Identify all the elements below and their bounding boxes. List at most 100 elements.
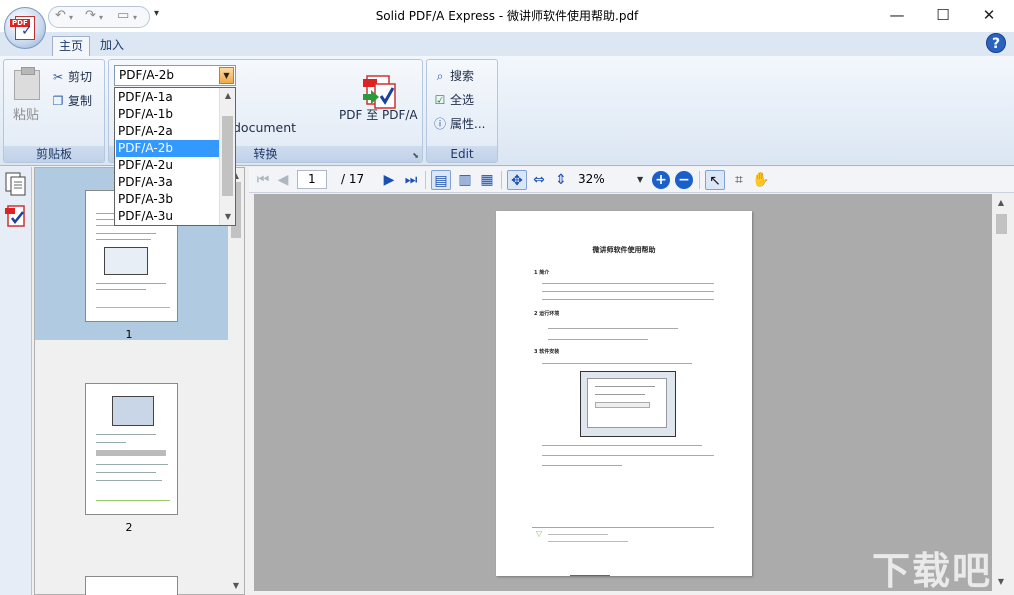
continuous-view-icon[interactable]: ▦ — [477, 170, 497, 190]
cut-label: 剪切 — [68, 70, 93, 84]
scissors-icon: ✂ — [52, 70, 64, 84]
pdfa-validation-icon[interactable] — [4, 203, 28, 229]
window-title: Solid PDF/A Express - 微讲师软件使用帮助.pdf — [375, 9, 639, 23]
section-heading-2: 2 运行环境 — [534, 311, 560, 317]
checkbox-icon: ☑ — [434, 93, 446, 107]
page-heading: 微讲师软件使用帮助 — [592, 246, 656, 254]
dropdown-scrollbar[interactable]: ▲ ▼ — [219, 88, 235, 225]
paste-button-label[interactable]: 粘贴 — [13, 104, 39, 123]
single-page-view-icon[interactable]: ▤ — [431, 170, 451, 190]
dropdown-option[interactable]: PDF/A-2a — [116, 123, 220, 140]
scroll-down-icon[interactable]: ▼ — [228, 579, 244, 593]
scroll-down-icon[interactable]: ▼ — [993, 575, 1009, 589]
pages-panel-icon[interactable] — [4, 171, 28, 197]
page-number-1: 1 — [125, 328, 133, 341]
undo-icon[interactable]: ↶ — [55, 8, 66, 23]
dropdown-option[interactable]: PDF/A-2u — [116, 157, 220, 174]
customize-qat-icon[interactable]: ▾ — [154, 8, 159, 19]
chevron-down-icon[interactable]: ▼ — [219, 67, 234, 84]
minimize-button[interactable]: — — [874, 0, 920, 32]
hand-tool-icon[interactable]: ✋ — [751, 170, 771, 190]
fit-height-icon[interactable]: ⇕ — [551, 170, 571, 190]
last-page-icon[interactable]: ⏭ — [401, 170, 421, 190]
dropdown-option[interactable]: PDF/A-1a — [116, 89, 220, 106]
side-panel-strip — [0, 167, 32, 595]
clipboard-group-label: 剪贴板 — [4, 146, 104, 162]
thumbnail-scrollbar[interactable]: ▲ ▼ — [228, 168, 244, 594]
maximize-button[interactable]: ☐ — [920, 0, 966, 32]
snapshot-icon[interactable]: ⌗ — [729, 170, 749, 190]
properties-label: 属性... — [450, 117, 486, 131]
document-scroll-thumb[interactable] — [996, 214, 1007, 234]
search-label: 搜索 — [450, 69, 475, 83]
pdf-page: 微讲师软件使用帮助 1 简介 2 运行环境 3 软件安装 ▽ — [496, 211, 752, 576]
tab-insert[interactable]: 加入 — [94, 36, 130, 56]
title-bar: Solid PDF/A Express - 微讲师软件使用帮助.pdf — ☐ … — [0, 0, 1014, 32]
scroll-up-icon[interactable]: ▲ — [220, 89, 236, 103]
pdf-app-icon: PDF ✓ — [10, 16, 35, 40]
document-label: document — [233, 120, 297, 135]
page-number-2: 2 — [125, 521, 133, 534]
select-arrow-icon[interactable]: ↖ — [705, 170, 725, 190]
zoom-dropdown-icon[interactable]: ▼ — [637, 170, 643, 189]
paste-icon[interactable] — [14, 67, 40, 100]
two-page-view-icon[interactable]: ▥ — [455, 170, 475, 190]
dropdown-option[interactable]: PDF/A-1b — [116, 106, 220, 123]
scroll-up-icon[interactable]: ▲ — [993, 196, 1009, 210]
thumbnail-panel: 1 2 ▲ ▼ — [34, 167, 245, 595]
properties-icon: ⓘ — [433, 117, 446, 131]
page-number-input[interactable]: 1 — [297, 170, 327, 189]
document-scrollbar[interactable]: ▲ ▼ — [993, 194, 1010, 591]
help-icon[interactable]: ? — [986, 33, 1006, 53]
page-total: / 17 — [341, 172, 365, 186]
redo-icon[interactable]: ↷ — [85, 8, 96, 23]
pdf-to-pdfa-icon[interactable] — [359, 74, 399, 110]
installer-screenshot — [580, 371, 676, 437]
zoom-out-icon[interactable]: − — [675, 171, 693, 189]
copy-label: 复制 — [68, 94, 93, 108]
dropdown-option[interactable]: PDF/A-3a — [116, 174, 220, 191]
dropdown-option-selected[interactable]: PDF/A-2b — [116, 140, 220, 157]
edit-group-label: Edit — [427, 146, 497, 162]
close-button[interactable]: ✕ — [966, 0, 1012, 32]
section-heading-1: 1 简介 — [534, 270, 550, 276]
redo-dropdown-icon[interactable]: ▾ — [99, 13, 103, 22]
zoom-in-icon[interactable]: + — [652, 171, 670, 189]
section-heading-3: 3 软件安装 — [534, 349, 560, 355]
clipboard-group: 粘贴 ✂ 剪切 ❐ 复制 剪贴板 — [3, 59, 105, 163]
page-thumbnail-3[interactable] — [85, 576, 178, 595]
dropdown-scroll-thumb[interactable] — [222, 116, 233, 196]
search-button[interactable]: ⌕ 搜索 — [432, 66, 474, 86]
first-page-icon[interactable]: ⏮ — [253, 170, 273, 190]
checkmark-icon: ✓ — [21, 23, 33, 39]
ribbon-tab-row: 主页 加入 ? — [0, 32, 1014, 56]
dropdown-option[interactable]: PDF/A-3u — [116, 208, 220, 225]
cut-button[interactable]: ✂ 剪切 — [50, 67, 92, 87]
dropdown-option[interactable]: PDF/A-3b — [116, 191, 220, 208]
scroll-down-icon[interactable]: ▼ — [220, 210, 236, 224]
edit-group: ⌕ 搜索 ☑ 全选 ⓘ 属性... Edit — [426, 59, 498, 163]
previous-page-icon[interactable]: ◀ — [273, 170, 293, 190]
next-page-icon[interactable]: ▶ — [379, 170, 399, 190]
select-all-button[interactable]: ☑ 全选 — [432, 90, 474, 110]
document-toolbar: ⏮ ◀ 1 / 17 ▶ ⏭ ▤ ▥ ▦ ✥ ⇔ ⇕ 32% ▼ + − ↖ ⌗… — [249, 167, 1014, 193]
save-icon[interactable]: ▭ — [117, 8, 129, 23]
page-thumbnail-2[interactable] — [85, 383, 178, 515]
pdf-to-pdfa-button[interactable]: PDF 至 PDF/A — [339, 106, 418, 123]
quick-access-toolbar: ↶ ▾ ↷ ▾ ▭ ▾ — [48, 6, 150, 28]
copy-button[interactable]: ❐ 复制 — [50, 91, 92, 111]
pdfa-format-dropdown: PDF/A-1a PDF/A-1b PDF/A-2a PDF/A-2b PDF/… — [114, 87, 236, 226]
copy-icon: ❐ — [52, 94, 64, 108]
tab-home[interactable]: 主页 — [52, 36, 91, 56]
site-watermark: 下载吧 — [872, 549, 993, 593]
footer-logo-icon: ▽ — [536, 529, 543, 538]
fit-page-icon[interactable]: ✥ — [507, 170, 527, 190]
undo-dropdown-icon[interactable]: ▾ — [69, 13, 73, 22]
dialog-launcher-icon[interactable]: ⬊ — [412, 151, 419, 160]
fit-width-icon[interactable]: ⇔ — [529, 170, 549, 190]
app-menu-button[interactable]: PDF ✓ — [4, 7, 46, 49]
pdfa-format-select[interactable]: PDF/A-2b ▼ — [114, 65, 236, 86]
properties-button[interactable]: ⓘ 属性... — [432, 114, 485, 134]
select-all-label: 全选 — [450, 93, 475, 107]
save-dropdown-icon[interactable]: ▾ — [133, 13, 137, 22]
